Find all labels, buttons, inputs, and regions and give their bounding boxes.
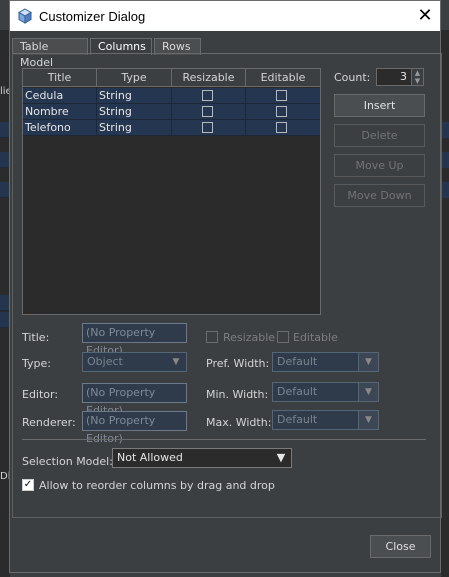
renderer-field[interactable]: (No Property Editor) bbox=[82, 411, 187, 445]
cell-type[interactable]: String bbox=[97, 88, 172, 104]
column-header-type[interactable]: Type bbox=[97, 69, 172, 87]
window-title: Customizer Dialog bbox=[39, 9, 146, 24]
cell-resizable[interactable] bbox=[172, 88, 246, 104]
type-combo[interactable]: Object ▼ bbox=[82, 352, 187, 372]
reorder-checkbox[interactable]: ✓ bbox=[22, 479, 34, 491]
title-label: Title: bbox=[22, 331, 50, 344]
table-row[interactable]: Nombre String bbox=[23, 104, 320, 120]
editable-label: Editable bbox=[293, 331, 338, 344]
cell-title[interactable]: Nombre bbox=[23, 104, 97, 120]
editable-checkbox[interactable] bbox=[277, 331, 289, 343]
selection-model-label: Selection Model: bbox=[22, 455, 113, 468]
resizable-checkbox[interactable] bbox=[206, 331, 218, 343]
cell-resizable[interactable] bbox=[172, 104, 246, 120]
editable-checkbox[interactable] bbox=[276, 106, 287, 117]
column-header-editable[interactable]: Editable bbox=[246, 69, 320, 87]
cell-title[interactable]: Telefono bbox=[23, 120, 97, 136]
max-width-label: Max. Width: bbox=[206, 416, 272, 429]
column-header-resizable[interactable]: Resizable bbox=[172, 69, 246, 87]
editor-field[interactable]: (No Property Editor) bbox=[82, 383, 187, 417]
max-width-value: Default bbox=[277, 413, 318, 426]
min-width-combo[interactable]: Default ▼ bbox=[272, 382, 379, 402]
insert-button[interactable]: Insert bbox=[334, 94, 425, 117]
table-header: Title Type Resizable Editable bbox=[23, 69, 320, 87]
type-label: Type: bbox=[22, 357, 51, 370]
cell-title[interactable]: Cedula bbox=[23, 88, 97, 104]
background-editor-right bbox=[441, 30, 449, 577]
move-down-button[interactable]: Move Down bbox=[334, 184, 425, 207]
renderer-label: Renderer: bbox=[22, 416, 76, 429]
spinner-down-icon[interactable]: ▼ bbox=[411, 77, 423, 85]
close-button[interactable]: Close bbox=[370, 535, 431, 558]
background-line bbox=[441, 122, 449, 138]
title-bar[interactable]: Customizer Dialog ✕ bbox=[10, 1, 440, 31]
chevron-down-icon[interactable]: ▼ bbox=[358, 383, 378, 401]
move-up-button[interactable]: Move Up bbox=[334, 154, 425, 177]
app-cube-icon bbox=[17, 8, 33, 24]
reorder-label: Allow to reorder columns by drag and dro… bbox=[39, 479, 275, 492]
count-value[interactable]: 3 bbox=[400, 70, 407, 83]
chevron-down-icon[interactable]: ▼ bbox=[166, 353, 186, 371]
chevron-down-icon[interactable]: ▼ bbox=[271, 449, 291, 467]
pref-width-value: Default bbox=[277, 355, 318, 368]
editable-checkbox[interactable] bbox=[276, 122, 287, 133]
resizable-checkbox[interactable] bbox=[202, 106, 213, 117]
separator bbox=[22, 439, 426, 440]
chevron-down-icon[interactable]: ▼ bbox=[358, 353, 378, 371]
editable-checkbox[interactable] bbox=[276, 90, 287, 101]
background-line bbox=[441, 182, 449, 198]
cell-editable[interactable] bbox=[246, 120, 320, 136]
selection-model-combo[interactable]: Not Allowed ▼ bbox=[112, 448, 292, 468]
max-width-combo[interactable]: Default ▼ bbox=[272, 410, 379, 430]
selection-model-value: Not Allowed bbox=[117, 451, 183, 464]
cell-type[interactable]: String bbox=[97, 104, 172, 120]
chevron-down-icon[interactable]: ▼ bbox=[358, 411, 378, 429]
column-header-title[interactable]: Title bbox=[23, 69, 97, 87]
count-label: Count: bbox=[334, 71, 371, 84]
pref-width-label: Pref. Width: bbox=[206, 357, 270, 370]
cell-editable[interactable] bbox=[246, 88, 320, 104]
resizable-checkbox[interactable] bbox=[202, 122, 213, 133]
table-row[interactable]: Cedula String bbox=[23, 88, 320, 104]
resizable-checkbox[interactable] bbox=[202, 90, 213, 101]
background-line bbox=[441, 152, 449, 168]
resizable-label: Resizable bbox=[223, 331, 276, 344]
type-value: Object bbox=[87, 355, 123, 368]
title-field[interactable]: (No Property Editor) bbox=[82, 323, 187, 357]
columns-table[interactable]: Title Type Resizable Editable Cedula Str… bbox=[22, 68, 321, 315]
table-row[interactable]: Telefono String bbox=[23, 120, 320, 136]
cell-resizable[interactable] bbox=[172, 120, 246, 136]
spinner-up-icon[interactable]: ▲ bbox=[411, 69, 423, 77]
cell-type[interactable]: String bbox=[97, 120, 172, 136]
count-spinner[interactable]: 3 ▲ ▼ bbox=[376, 68, 424, 86]
pref-width-combo[interactable]: Default ▼ bbox=[272, 352, 379, 372]
delete-button[interactable]: Delete bbox=[334, 124, 425, 147]
min-width-label: Min. Width: bbox=[206, 388, 269, 401]
editor-label: Editor: bbox=[22, 388, 59, 401]
min-width-value: Default bbox=[277, 385, 318, 398]
close-window-icon[interactable]: ✕ bbox=[410, 3, 440, 29]
cell-editable[interactable] bbox=[246, 104, 320, 120]
